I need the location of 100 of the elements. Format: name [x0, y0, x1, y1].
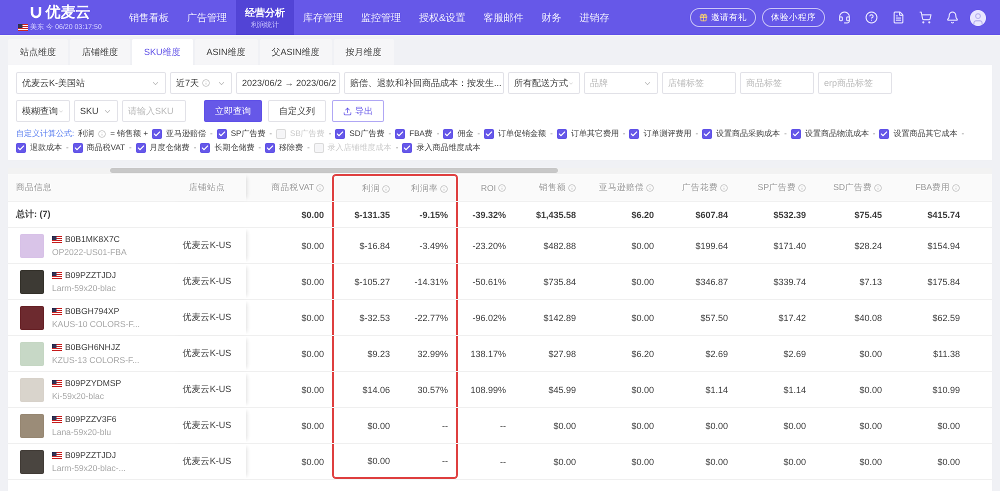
- table-cell-text: $482.88: [542, 240, 577, 252]
- minus-sign: -: [328, 129, 332, 138]
- cost-checkbox[interactable]: 设置商品其它成本: [879, 128, 958, 139]
- search-mode-select[interactable]: 模糊查询: [16, 100, 70, 122]
- column-header: FBA费用: [890, 174, 968, 201]
- avatar-icon[interactable]: [970, 10, 986, 26]
- dimension-tab[interactable]: 按月维度: [334, 39, 394, 65]
- nav-item[interactable]: 进销存: [570, 0, 619, 35]
- nav-item[interactable]: 销售看板: [120, 0, 178, 35]
- asin-link[interactable]: B09PZYDMSP: [65, 378, 122, 388]
- asin-link[interactable]: B0BGH6NHJZ: [65, 342, 120, 352]
- cost-checkbox[interactable]: 订单测评费用: [629, 128, 692, 139]
- select-field[interactable]: 赔偿、退款和补回商品成本：按发生...: [344, 72, 504, 94]
- check-icon: [444, 130, 452, 138]
- minus-sign: -: [269, 129, 272, 138]
- cost-checkbox[interactable]: 亚马逊赔偿: [152, 128, 206, 139]
- table-cell-text: $142.89: [542, 312, 577, 324]
- dimension-tab[interactable]: 站点维度: [8, 39, 68, 65]
- table-cell-text: $0.00: [300, 348, 325, 360]
- mini-program-button[interactable]: 体验小程序: [762, 8, 825, 27]
- check-icon: [266, 144, 274, 152]
- column-header: 商品信息: [15, 180, 53, 194]
- dimension-tab[interactable]: 店铺维度: [70, 39, 130, 65]
- table-cell-text: $171.40: [772, 240, 807, 252]
- total-cell-text: $532.39: [772, 208, 807, 222]
- dimension-tab[interactable]: ASIN维度: [194, 39, 258, 65]
- cost-checkbox[interactable]: SP广告费: [216, 128, 266, 139]
- table-cell-text: $0.00: [704, 420, 729, 432]
- dimension-tab[interactable]: SKU维度: [132, 39, 193, 65]
- table-cell-text: $0.00: [300, 456, 325, 468]
- nav-item[interactable]: 库存管理: [294, 0, 352, 35]
- query-button[interactable]: 立即查询: [204, 100, 262, 122]
- help-icon[interactable]: [865, 11, 878, 24]
- date-range-field[interactable]: 2023/06/2 → 2023/06/2: [236, 72, 340, 94]
- nav-item[interactable]: 广告管理: [178, 0, 236, 35]
- table-cell-text: $0.00: [630, 456, 655, 468]
- cost-checkbox[interactable]: 订单促销金额: [484, 128, 546, 139]
- export-button[interactable]: 导出: [332, 100, 384, 122]
- cost-checkbox[interactable]: 商品税VAT: [72, 142, 126, 153]
- asin-link[interactable]: B09PZZTJDJ: [65, 270, 116, 280]
- column-header: 亚马逊赔偿: [584, 174, 662, 201]
- cost-checkbox[interactable]: FBA费: [395, 128, 433, 139]
- table-cell-text: $0.00: [858, 384, 883, 396]
- table-cell-text: $0.00: [858, 420, 883, 432]
- cost-checkbox[interactable]: 月度仓储费: [136, 142, 190, 153]
- column-header: 商品税VAT: [246, 174, 332, 201]
- nav-item[interactable]: 监控管理: [352, 0, 410, 35]
- us-flag-icon: [52, 380, 62, 386]
- gift-icon: [699, 13, 708, 22]
- nav-item[interactable]: 财务: [532, 0, 571, 35]
- cost-checkbox[interactable]: 录入商品维度成本: [402, 142, 480, 153]
- column-header: 广告花费: [662, 174, 736, 201]
- check-icon: [74, 144, 82, 152]
- asin-link[interactable]: B09PZZV3F6: [65, 414, 116, 424]
- dimension-tab[interactable]: 父ASIN维度: [260, 39, 332, 65]
- cost-checkbox[interactable]: SD广告费: [335, 128, 385, 139]
- formula-title: 自定义计算公式:: [16, 128, 74, 139]
- column-header: SD广告费: [814, 174, 890, 201]
- cost-checkbox[interactable]: 退款成本: [16, 142, 62, 153]
- asin-link[interactable]: B0B1MK8X7C: [65, 234, 120, 244]
- nav-item[interactable]: 授权&设置: [410, 0, 475, 35]
- store-cell: 优麦云K-US: [168, 228, 246, 263]
- minus-sign: -: [194, 143, 196, 152]
- document-icon[interactable]: [892, 11, 905, 24]
- table-cell-text: $27.98: [547, 348, 577, 360]
- select-field[interactable]: 近7天: [170, 72, 232, 94]
- cost-checkbox[interactable]: 设置商品采购成本: [702, 128, 780, 139]
- sku-text: Larm-59x20-blac: [52, 283, 116, 293]
- store-cell: 优麦云K-US: [168, 408, 246, 443]
- table-cell-text: $2.69: [704, 348, 729, 360]
- table-cell-text: $62.59: [931, 312, 961, 324]
- headset-icon[interactable]: [838, 11, 851, 24]
- custom-columns-button[interactable]: 自定义列: [268, 100, 326, 122]
- asin-link[interactable]: B09PZZTJDJ: [65, 450, 116, 460]
- search-field-select[interactable]: SKU: [74, 100, 118, 122]
- cart-icon[interactable]: [919, 11, 932, 24]
- cost-checkbox[interactable]: 移除费: [265, 142, 304, 153]
- invite-button[interactable]: 邀请有礼: [690, 8, 756, 27]
- table-cell-text: -50.61%: [471, 276, 507, 288]
- photo-placeholder: [20, 306, 44, 330]
- us-flag-icon: [18, 24, 28, 30]
- table-cell-text: $0.00: [300, 420, 325, 432]
- us-flag-icon: [52, 344, 62, 350]
- nav-item[interactable]: 客服邮件: [474, 0, 533, 35]
- upload-icon: [343, 106, 352, 116]
- table-cell-text: $0.00: [782, 456, 807, 468]
- info-icon: [98, 130, 106, 138]
- minus-sign: -: [622, 129, 626, 138]
- select-field[interactable]: 优麦云K-美国站: [16, 72, 166, 94]
- cost-checkbox[interactable]: 长期仓储费: [200, 142, 254, 153]
- logo-icon: [30, 6, 42, 19]
- cost-checkbox[interactable]: 佣金: [443, 128, 474, 139]
- bell-icon[interactable]: [946, 11, 959, 24]
- minus-sign: -: [872, 129, 876, 138]
- select-field[interactable]: 所有配送方式: [508, 72, 580, 94]
- asin-link[interactable]: B0BGH794XP: [65, 306, 120, 316]
- cost-checkbox[interactable]: 设置商品物流成本: [790, 128, 869, 139]
- total-cell-text: $607.84: [694, 208, 729, 222]
- scrollbar-thumb[interactable]: [110, 168, 558, 173]
- cost-checkbox[interactable]: 订单其它费用: [556, 128, 619, 139]
